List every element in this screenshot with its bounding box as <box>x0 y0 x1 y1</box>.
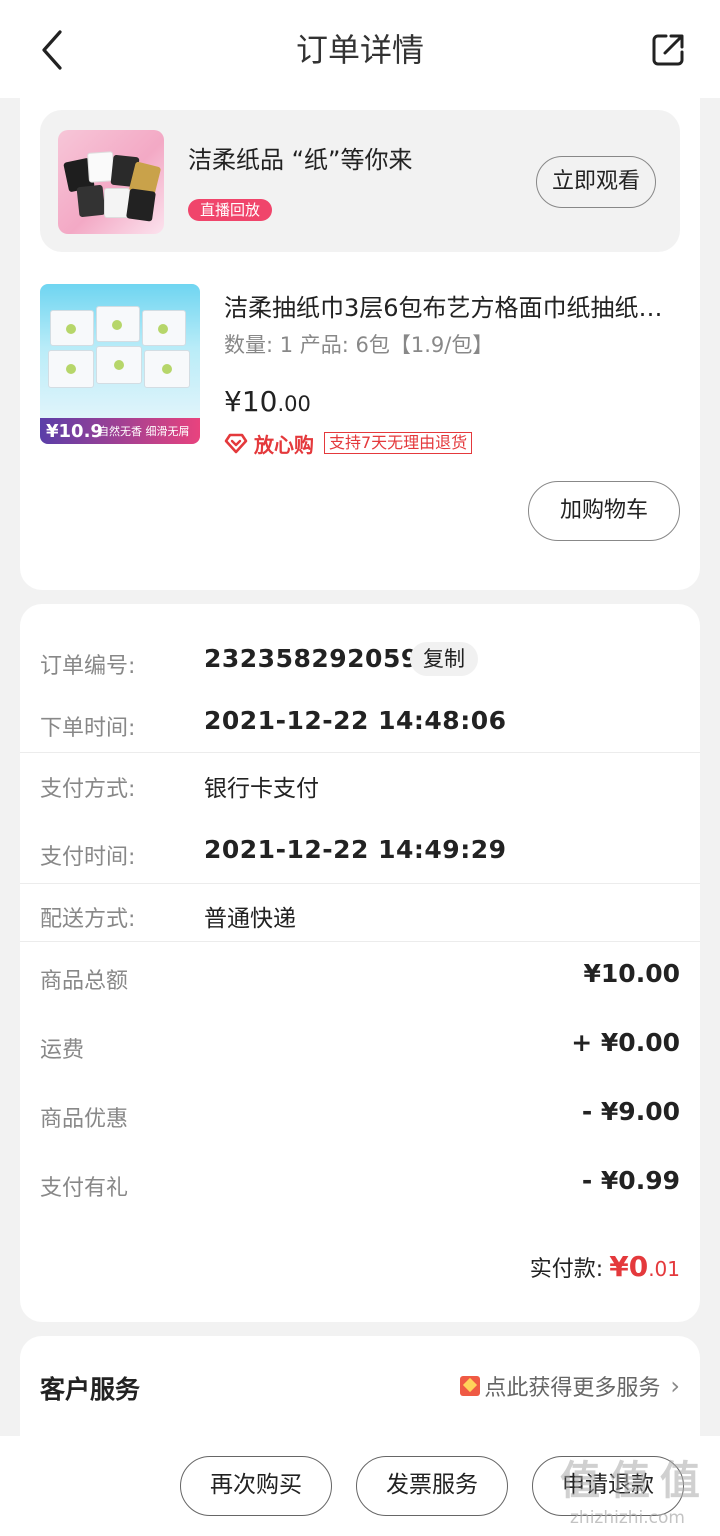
divider <box>20 883 700 884</box>
watermark-url: zhizhizhi.com <box>570 1508 685 1528</box>
more-services-label: 点此获得更多服务 <box>484 1376 661 1401</box>
heart-shield-icon <box>224 433 248 454</box>
live-replay-badge: 直播回放 <box>188 199 273 221</box>
pay-method-label: 支付方式: <box>40 777 136 802</box>
cost-label: 商品优惠 <box>40 1107 129 1132</box>
order-time-row: 下单时间: 2021-12-22 14:48:06 <box>20 706 700 746</box>
order-info-card: 订单编号: 232358292059 复制 下单时间: 2021-12-22 1… <box>20 604 700 1322</box>
cost-row: 商品优惠 - ¥9.00 <box>20 1097 700 1137</box>
live-title: 洁柔纸品 “纸”等你来 <box>188 146 413 174</box>
product-spec: 数量: 1 产品: 6包【1.9/包】 <box>224 333 494 357</box>
chevron-right-icon: › <box>670 1372 680 1400</box>
rebuy-button[interactable]: 再次购买 <box>180 1456 332 1516</box>
order-time: 2021-12-22 14:48:06 <box>204 706 507 735</box>
header-bar: 订单详情 <box>0 0 720 98</box>
delivery-label: 配送方式: <box>40 907 136 932</box>
product-price: ¥10.00 <box>224 385 311 418</box>
product-image[interactable]: ¥10.9 自然无香 细滑无屑 <box>40 284 200 444</box>
cost-row: 支付有礼 - ¥0.99 <box>20 1166 700 1206</box>
amount-paid: 实付款: ¥0.01 <box>530 1250 680 1283</box>
share-icon[interactable] <box>648 30 688 70</box>
cost-label: 商品总额 <box>40 969 129 994</box>
amount-paid-label: 实付款: <box>529 1257 604 1282</box>
cost-value: + ¥0.00 <box>571 1028 680 1057</box>
pay-time: 2021-12-22 14:49:29 <box>204 835 507 864</box>
assurance-row: 放心购 支持7天无理由退货 <box>224 430 473 457</box>
cost-label: 运费 <box>40 1038 85 1063</box>
copy-button[interactable]: 复制 <box>410 642 478 676</box>
cost-row: 运费 + ¥0.00 <box>20 1028 700 1068</box>
invoice-service-button[interactable]: 发票服务 <box>356 1456 508 1516</box>
pay-method-row: 支付方式: 银行卡支付 <box>20 769 700 809</box>
page-title: 订单详情 <box>295 31 424 69</box>
image-price-tag: ¥10.9 <box>46 421 103 442</box>
divider <box>20 941 700 942</box>
product-card: 洁柔纸品 “纸”等你来 直播回放 立即观看 ¥10.9 自然无香 细滑无屑 洁柔… <box>20 98 700 590</box>
add-to-cart-button[interactable]: 加购物车 <box>528 481 680 541</box>
return-policy-tag: 支持7天无理由退货 <box>324 432 473 454</box>
live-replay-banner[interactable]: 洁柔纸品 “纸”等你来 直播回放 立即观看 <box>40 110 680 252</box>
order-number-row: 订单编号: 232358292059 复制 <box>20 642 700 684</box>
pay-time-label: 支付时间: <box>40 845 136 870</box>
delivery-row: 配送方式: 普通快递 <box>20 899 700 939</box>
amount-paid-value: ¥0.01 <box>609 1250 680 1283</box>
delivery-method: 普通快递 <box>204 906 296 932</box>
customer-service-title: 客户服务 <box>40 1375 141 1404</box>
more-services-link[interactable]: 点此获得更多服务 › <box>460 1370 680 1402</box>
product-name[interactable]: 洁柔抽纸巾3层6包布艺方格面巾纸抽纸整箱批卫生纸餐巾纸 <box>224 291 674 325</box>
cost-value: - ¥0.99 <box>581 1166 680 1195</box>
cost-row: 商品总额 ¥10.00 <box>20 959 700 999</box>
cost-value: - ¥9.00 <box>581 1097 680 1126</box>
order-time-label: 下单时间: <box>40 716 136 741</box>
service-star-icon <box>460 1376 481 1396</box>
divider <box>20 752 700 753</box>
order-number: 232358292059 <box>204 644 419 673</box>
watch-now-button[interactable]: 立即观看 <box>536 156 656 208</box>
live-thumbnail <box>58 130 164 234</box>
cost-value: ¥10.00 <box>583 959 680 988</box>
assurance-label: 放心购 <box>254 432 314 457</box>
cost-label: 支付有礼 <box>40 1176 129 1201</box>
pay-method: 银行卡支付 <box>204 776 319 802</box>
pay-time-row: 支付时间: 2021-12-22 14:49:29 <box>20 835 700 875</box>
order-number-label: 订单编号: <box>40 654 136 679</box>
image-slogan: 自然无香 细滑无屑 <box>98 425 190 438</box>
watermark-logo: 值 值 值 <box>560 1458 700 1504</box>
